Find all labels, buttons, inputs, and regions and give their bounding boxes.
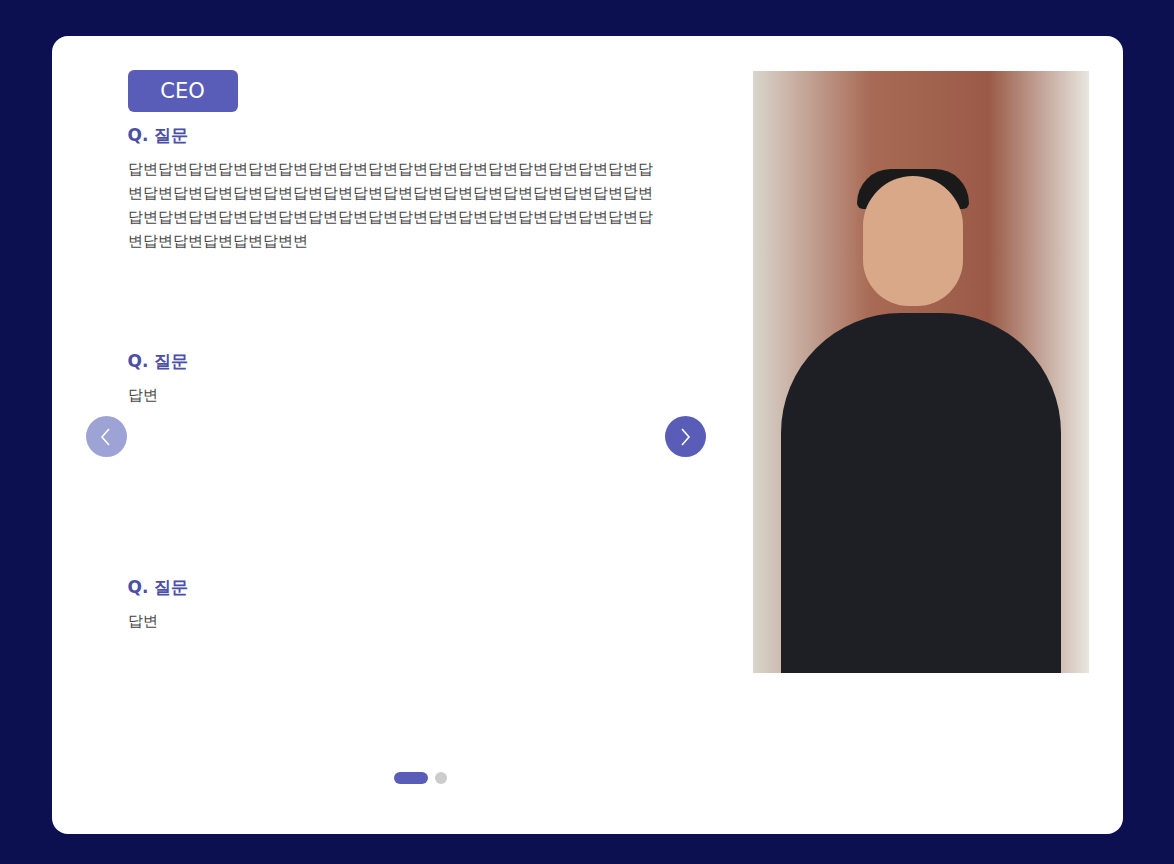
qa-item: Q. 질문답변답변답변답변답변답변답변답변답변답변답변답변답변답변답변답변답변답… <box>128 123 664 320</box>
answer: 답변 <box>128 383 664 407</box>
qa-item: Q. 질문답변 <box>128 349 664 546</box>
pagination-dot[interactable] <box>435 772 447 784</box>
ceo-photo <box>753 71 1089 673</box>
next-button[interactable] <box>665 416 706 457</box>
pagination-dot[interactable] <box>394 772 428 784</box>
chevron-right-icon <box>677 428 693 446</box>
question: Q. 질문 <box>128 575 664 599</box>
pagination <box>128 772 713 784</box>
question: Q. 질문 <box>128 349 664 373</box>
chevron-left-icon <box>98 428 114 446</box>
question: Q. 질문 <box>128 123 664 147</box>
ceo-badge: CEO <box>128 70 238 112</box>
qa-item: Q. 질문답변 <box>128 575 664 772</box>
prev-button[interactable] <box>86 416 127 457</box>
qa-list: Q. 질문답변답변답변답변답변답변답변답변답변답변답변답변답변답변답변답변답변답… <box>128 123 713 772</box>
qa-slider: CEOQ. 질문답변답변답변답변답변답변답변답변답변답변답변답변답변답변답변답변… <box>52 36 753 834</box>
answer: 답변 <box>128 609 664 633</box>
ceo-card: CEOQ. 질문답변답변답변답변답변답변답변답변답변답변답변답변답변답변답변답변… <box>52 36 1123 834</box>
answer: 답변답변답변답변답변답변답변답변답변답변답변답변답변답변답변답변답변답변답변답변… <box>128 157 664 253</box>
